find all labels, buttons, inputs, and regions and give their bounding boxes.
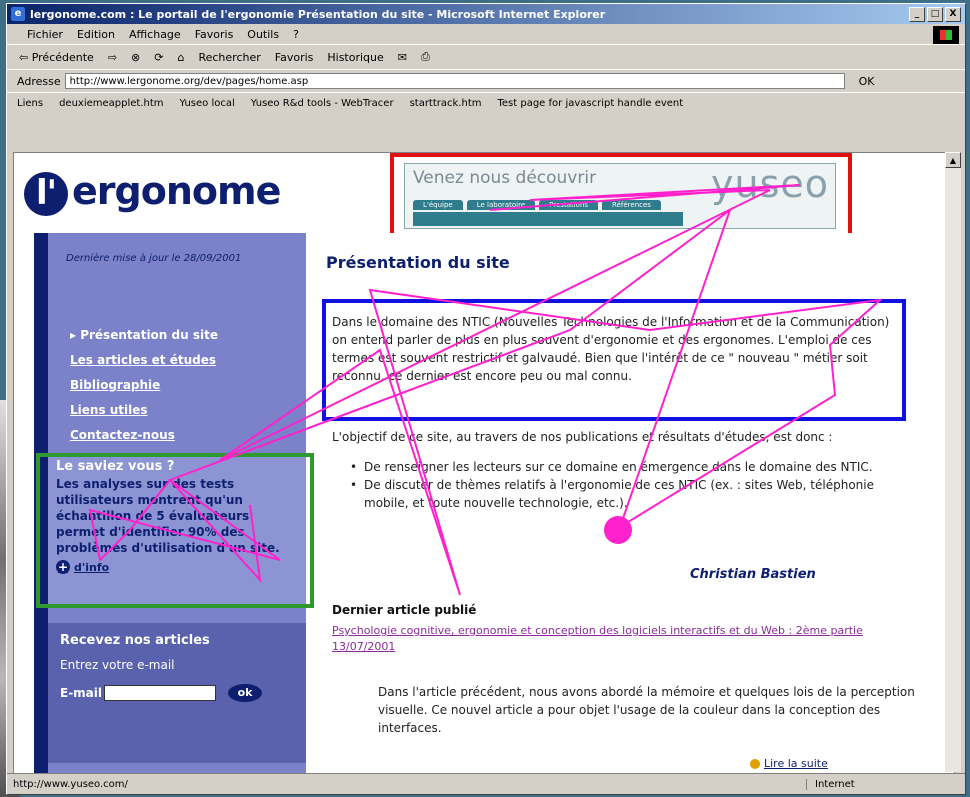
status-url: http://www.yuseo.com/ xyxy=(13,778,128,790)
nav-item-articles[interactable]: Les articles et études xyxy=(70,348,218,373)
address-input[interactable]: http://www.lergonome.org/dev/pages/home.… xyxy=(64,73,845,89)
read-more-link[interactable]: Lire la suite xyxy=(750,757,828,770)
nav-item-links[interactable]: Liens utiles xyxy=(70,398,218,423)
page-title: Présentation du site xyxy=(326,253,510,272)
email-label: E-mail xyxy=(60,686,103,700)
close-button[interactable]: X xyxy=(945,7,961,22)
vertical-scrollbar[interactable]: ▲ xyxy=(945,152,961,772)
banner-bar xyxy=(413,212,683,226)
print-icon[interactable]: ⎙ xyxy=(421,50,430,64)
menu-tools[interactable]: Outils xyxy=(247,28,279,41)
list-item: De discuter de thèmes relatifs à l'ergon… xyxy=(350,476,890,512)
site-nav: ▸ Présentation du site Les articles et é… xyxy=(70,323,218,448)
link-item[interactable]: Yuseo local xyxy=(180,98,235,109)
home-icon[interactable]: ⌂ xyxy=(177,51,184,64)
address-label: Adresse xyxy=(17,74,61,88)
last-article-link[interactable]: Psychologie cognitive, ergonomie et conc… xyxy=(332,623,892,655)
links-label: Liens xyxy=(17,97,44,109)
links-bar: Liens deuxiemeapplet.htm Yuseo local Yus… xyxy=(7,92,965,113)
page-viewport: l' ergonome Venez nous découvrir yuseo L'… xyxy=(13,152,955,774)
back-button[interactable]: ⇦ Précédente xyxy=(19,51,94,64)
arrow-icon xyxy=(750,758,760,769)
window-title: lergonome.com : Le portail de l'ergonomi… xyxy=(30,7,606,21)
menu-favorites[interactable]: Favoris xyxy=(195,28,234,41)
banner-tab[interactable]: Références xyxy=(602,200,661,210)
menu-file[interactable]: Fichier xyxy=(27,28,63,41)
ie-icon: e xyxy=(11,7,25,21)
site-logo[interactable]: l' ergonome xyxy=(24,169,281,216)
banner-tab[interactable]: Prestations xyxy=(539,200,599,210)
last-update: Dernière mise à jour le 28/09/2001 xyxy=(66,253,242,264)
favorites-button[interactable]: Favoris xyxy=(275,51,314,64)
highlight-box-blue xyxy=(322,299,906,421)
go-button[interactable]: OK xyxy=(859,75,875,88)
link-item[interactable]: Test page for javascript handle event xyxy=(497,98,683,109)
author-name: Christian Bastien xyxy=(690,567,816,582)
status-bar: http://www.yuseo.com/ Internet xyxy=(7,773,965,794)
windows-logo-icon xyxy=(933,26,959,44)
menu-help[interactable]: ? xyxy=(293,28,299,41)
maximize-button[interactable]: □ xyxy=(927,7,943,22)
menu-view[interactable]: Affichage xyxy=(129,28,181,41)
newsletter-prompt: Entrez votre e-mail xyxy=(60,658,175,672)
email-field[interactable] xyxy=(104,685,217,701)
history-button[interactable]: Historique xyxy=(327,51,383,64)
refresh-icon[interactable]: ⟳ xyxy=(154,51,163,64)
toolbar: ⇦ Précédente ⇨ ⊗ ⟳ ⌂ Rechercher Favoris … xyxy=(7,44,965,69)
browser-window: e lergonome.com : Le portail de l'ergono… xyxy=(6,3,966,795)
article-summary: Dans l'article précédent, nous avons abo… xyxy=(378,685,915,735)
mail-icon[interactable]: ✉ xyxy=(398,51,407,64)
highlight-box-green xyxy=(36,453,314,608)
newsletter-title: Recevez nos articles xyxy=(60,633,210,648)
menu-edit[interactable]: Edition xyxy=(77,28,115,41)
nav-item-presentation[interactable]: ▸ Présentation du site xyxy=(70,323,218,348)
banner-text: Venez nous découvrir xyxy=(413,168,597,188)
banner-brand: yuseo xyxy=(711,162,829,206)
link-item[interactable]: Yuseo R&d tools - WebTracer xyxy=(251,98,394,109)
ok-button[interactable]: ok xyxy=(228,684,263,702)
status-zone: Internet xyxy=(806,778,965,790)
list-item: De renseigner les lecteurs sur ce domain… xyxy=(350,458,890,476)
last-article-label: Dernier article publié xyxy=(332,603,477,617)
link-item[interactable]: deuxiemeapplet.htm xyxy=(59,98,163,109)
forward-button[interactable]: ⇨ xyxy=(108,51,117,64)
objective-paragraph: L'objectif de ce site, au travers de nos… xyxy=(332,430,833,444)
yuseo-banner[interactable]: Venez nous découvrir yuseo L'équipe Le l… xyxy=(390,153,852,239)
newsletter-box: Recevez nos articles Entrez votre e-mail… xyxy=(48,623,306,763)
scroll-up-icon[interactable]: ▲ xyxy=(945,152,961,168)
minimize-button[interactable]: _ xyxy=(909,7,925,22)
objective-list: De renseigner les lecteurs sur ce domain… xyxy=(350,458,890,512)
link-item[interactable]: starttrack.htm xyxy=(410,98,482,109)
address-bar: Adresse http://www.lergonome.org/dev/pag… xyxy=(7,69,965,92)
nav-item-contact[interactable]: Contactez-nous xyxy=(70,423,218,448)
menu-bar: Fichier Edition Affichage Favoris Outils… xyxy=(7,24,965,44)
search-button[interactable]: Rechercher xyxy=(198,51,260,64)
banner-tab[interactable]: L'équipe xyxy=(413,200,463,210)
banner-tab[interactable]: Le laboratoire xyxy=(466,200,536,210)
nav-item-bibliography[interactable]: Bibliographie xyxy=(70,373,218,398)
stop-icon[interactable]: ⊗ xyxy=(131,51,140,64)
title-bar: e lergonome.com : Le portail de l'ergono… xyxy=(7,4,965,24)
